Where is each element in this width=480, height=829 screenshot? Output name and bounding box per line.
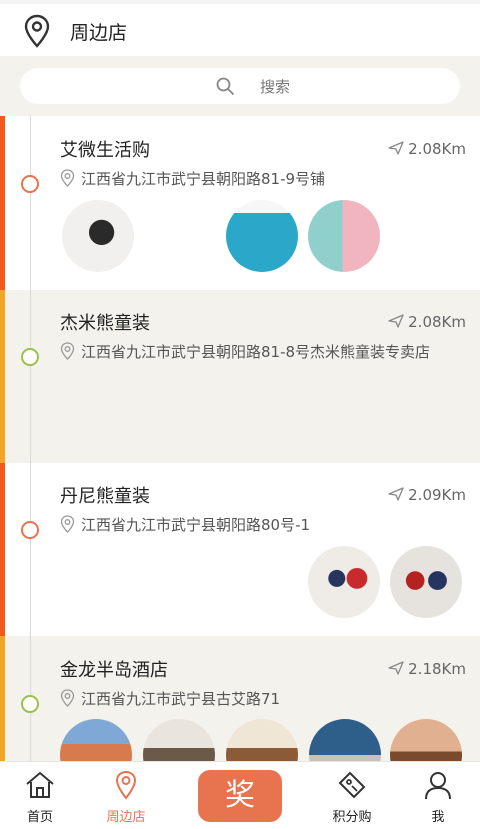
home-icon [26,771,54,798]
store-address: 江西省九江市武宁县古艾路71 [60,688,280,709]
tab-me[interactable]: 我 [398,762,478,829]
store-distance-value: 2.08Km [408,140,466,158]
coupon-icon [338,771,366,799]
store-address-text: 江西省九江市武宁县朝阳路80号-1 [81,516,311,534]
tab-nearby-label: 周边店 [106,810,146,825]
store-address-text: 江西省九江市武宁县朝阳路81-9号铺 [81,170,326,188]
address-pin-icon [60,515,75,533]
top-bar: 周边店 [0,0,480,56]
distance-icon [388,487,404,501]
location-pin-icon [115,770,137,800]
store-distance-value: 2.18Km [408,660,466,678]
store-distance-value: 2.08Km [408,313,466,331]
store-photo[interactable] [226,719,298,761]
timeline-dot [21,521,39,539]
store-name: 杰米熊童装 [60,313,150,334]
tab-nearby[interactable]: 周边店 [86,762,166,829]
store-distance: 2.08Km [388,140,466,158]
search-placeholder: 搜索 [260,78,291,96]
tab-home-label: 首页 [26,810,53,825]
award-label: 奖 [225,778,255,813]
store-accent-bar [0,116,5,290]
tab-home[interactable]: 首页 [0,762,80,829]
store-accent-bar [0,463,5,636]
store-address-text: 江西省九江市武宁县古艾路71 [81,690,281,708]
store-list[interactable]: 艾微生活购 2.08Km 江西省九江市武宁县朝阳路81-9号铺 杰米熊童装 2.… [0,116,480,761]
timeline-dot [21,695,39,713]
timeline-dot [21,175,39,193]
address-pin-icon [60,689,75,707]
tab-points-shop[interactable]: 积分购 [312,762,392,829]
store-photo[interactable] [226,200,298,272]
store-address-text: 江西省九江市武宁县朝阳路81-8号杰米熊童装专卖店 [81,343,431,361]
store-address: 江西省九江市武宁县朝阳路81-9号铺 [60,168,325,189]
store-name: 丹尼熊童装 [60,486,150,507]
store-address: 江西省九江市武宁县朝阳路81-8号杰米熊童装专卖店 [60,341,430,362]
store-address: 江西省九江市武宁县朝阳路80号-1 [60,514,310,535]
tab-points-shop-label: 积分购 [332,810,372,825]
store-photo[interactable] [308,546,380,618]
search-icon [216,77,234,95]
store-photo[interactable] [143,719,215,761]
store-photo[interactable] [62,200,134,272]
store-photo[interactable] [308,200,380,272]
award-button[interactable]: 奖 [198,770,282,822]
store-photo[interactable] [60,719,132,761]
address-pin-icon [60,169,75,187]
search-area: 搜索 [0,56,480,116]
tab-me-label: 我 [431,810,445,825]
timeline-line [30,116,31,290]
store-distance: 2.08Km [388,313,466,331]
store-item[interactable]: 杰米熊童装 2.08Km 江西省九江市武宁县朝阳路81-8号杰米熊童装专卖店 [0,290,480,463]
store-photo[interactable] [390,719,462,761]
timeline-dot [21,348,39,366]
store-distance: 2.09Km [388,486,466,504]
store-accent-bar [0,636,5,761]
timeline-line [30,290,31,463]
store-distance-value: 2.09Km [408,486,466,504]
store-photo[interactable] [309,719,381,761]
page-title: 周边店 [70,22,128,44]
address-pin-icon [60,342,75,360]
store-name: 金龙半岛酒店 [60,660,168,681]
distance-icon [388,141,404,155]
store-photo[interactable] [390,546,462,618]
store-item[interactable]: 金龙半岛酒店 2.18Km 江西省九江市武宁县古艾路71 [0,636,480,761]
timeline-line [30,463,31,636]
location-pin-icon [24,14,50,48]
store-accent-bar [0,290,5,463]
store-name: 艾微生活购 [60,140,150,161]
store-item[interactable]: 丹尼熊童装 2.09Km 江西省九江市武宁县朝阳路80号-1 [0,463,480,636]
store-distance: 2.18Km [388,660,466,678]
search-input[interactable]: 搜索 [20,68,460,104]
user-icon [425,772,451,800]
distance-icon [388,661,404,675]
bottom-tab-bar: 首页 周边店 奖 积分购 我 [0,761,480,829]
store-item[interactable]: 艾微生活购 2.08Km 江西省九江市武宁县朝阳路81-9号铺 [0,116,480,290]
distance-icon [388,314,404,328]
